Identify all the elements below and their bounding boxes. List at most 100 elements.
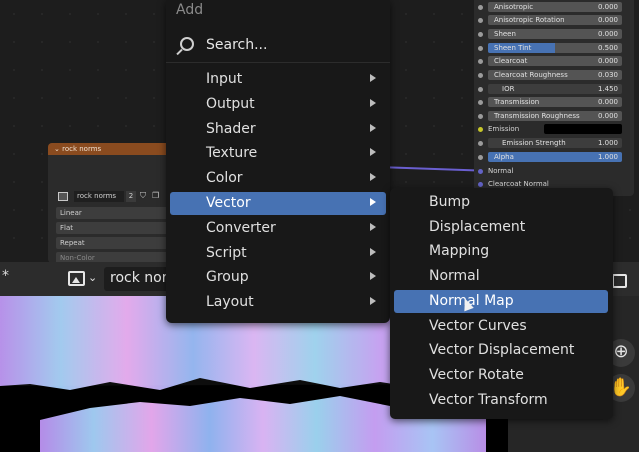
submenu-arrow-icon bbox=[370, 272, 376, 281]
socket-icon[interactable] bbox=[478, 155, 483, 160]
socket-icon[interactable] bbox=[478, 141, 483, 146]
menu-item-script[interactable]: Script bbox=[170, 242, 386, 265]
input-emission[interactable]: Emission bbox=[474, 124, 634, 135]
collapse-chevron-icon[interactable]: ⌄ bbox=[54, 145, 60, 153]
image-browse-button[interactable]: ⌄ bbox=[66, 269, 100, 291]
socket-icon[interactable] bbox=[478, 114, 483, 119]
value-slider[interactable]: Sheen 0.000 bbox=[488, 29, 622, 39]
value-slider[interactable]: Emission Strength 1.000 bbox=[488, 138, 622, 148]
socket-icon[interactable] bbox=[478, 100, 483, 105]
menu-search[interactable]: Search... bbox=[170, 33, 386, 59]
value-slider[interactable]: Transmission Roughness 0.000 bbox=[488, 111, 622, 121]
input-sheen[interactable]: Sheen 0.000 bbox=[474, 29, 634, 40]
input-anisotropic-rotation[interactable]: Anisotropic Rotation 0.000 bbox=[474, 15, 634, 26]
submenu-item-normal[interactable]: Normal bbox=[394, 265, 608, 288]
socket-icon[interactable] bbox=[478, 59, 483, 64]
value-slider[interactable]: IOR 1.450 bbox=[488, 84, 622, 94]
principled-bsdf-node[interactable]: Anisotropic 0.000 Anisotropic Rotation 0.00… bbox=[474, 0, 634, 196]
socket-icon[interactable] bbox=[478, 169, 483, 174]
submenu-item-vector-curves[interactable]: Vector Curves bbox=[394, 315, 608, 338]
value-slider[interactable]: Alpha 1.000 bbox=[488, 152, 622, 162]
fake-user-shield-icon[interactable]: ⛉ bbox=[140, 191, 146, 201]
submenu-arrow-icon bbox=[370, 74, 376, 82]
texture-image-selector[interactable]: rock norms 2 ⛉ ❐ bbox=[56, 191, 173, 202]
menu-item-group[interactable]: Group bbox=[170, 266, 386, 289]
menu-item-converter[interactable]: Converter bbox=[170, 217, 386, 240]
node-link bbox=[384, 166, 486, 176]
input-transmission-roughness[interactable]: Transmission Roughness 0.000 bbox=[474, 111, 634, 122]
image-icon bbox=[612, 274, 627, 288]
chevron-down-icon: ⌄ bbox=[88, 271, 98, 284]
input-value: 1.450 bbox=[597, 85, 618, 93]
socket-icon[interactable] bbox=[478, 5, 483, 10]
menu-item-color[interactable]: Color bbox=[170, 167, 386, 190]
input-clearcoat-roughness[interactable]: Clearcoat Roughness 0.030 bbox=[474, 70, 634, 81]
input-clearcoat[interactable]: Clearcoat 0.000 bbox=[474, 56, 634, 67]
vector-submenu: Bump Displacement Mapping Normal Normal Map V… bbox=[390, 188, 613, 419]
socket-icon[interactable] bbox=[478, 73, 483, 78]
image-icon[interactable] bbox=[58, 192, 68, 201]
socket-icon[interactable] bbox=[478, 87, 483, 92]
submenu-arrow-icon bbox=[370, 222, 376, 231]
value-slider[interactable]: Anisotropic 0.000 bbox=[488, 2, 622, 12]
texture-node-header[interactable]: ⌄ rock norms bbox=[48, 143, 173, 155]
input-value: 0.000 bbox=[597, 3, 618, 11]
submenu-arrow-icon bbox=[370, 173, 376, 182]
input-anisotropic[interactable]: Anisotropic 0.000 bbox=[474, 2, 634, 13]
submenu-item-normal-map[interactable]: Normal Map bbox=[394, 289, 608, 313]
input-label: Anisotropic bbox=[494, 3, 534, 11]
submenu-item-label: Bump bbox=[429, 194, 471, 210]
submenu-arrow-icon bbox=[370, 198, 376, 206]
submenu-item-label: Vector Rotate bbox=[429, 366, 524, 383]
menu-item-label: Layout bbox=[206, 294, 254, 311]
texture-image-name[interactable]: rock norms bbox=[74, 191, 124, 202]
input-value: 0.030 bbox=[597, 71, 618, 79]
user-count[interactable]: 2 bbox=[126, 191, 136, 202]
menu-item-input[interactable]: Input bbox=[170, 68, 386, 91]
socket-icon[interactable] bbox=[478, 18, 483, 23]
input-normal[interactable]: Normal bbox=[474, 166, 634, 177]
submenu-item-displacement[interactable]: Displacement bbox=[394, 216, 608, 239]
input-transmission[interactable]: Transmission 0.000 bbox=[474, 97, 634, 108]
search-icon bbox=[180, 37, 194, 51]
extension-select[interactable]: Repeat bbox=[56, 237, 172, 249]
value-slider[interactable]: Transmission 0.000 bbox=[488, 97, 622, 107]
menu-item-vector[interactable]: Vector bbox=[170, 192, 386, 215]
input-alpha[interactable]: Alpha 1.000 bbox=[474, 152, 634, 163]
submenu-item-mapping[interactable]: Mapping bbox=[394, 240, 608, 263]
menu-item-label: Vector bbox=[206, 195, 251, 211]
menu-item-output[interactable]: Output bbox=[170, 93, 386, 116]
submenu-item-vector-transform[interactable]: Vector Transform bbox=[394, 389, 608, 412]
value-slider[interactable]: Clearcoat Roughness 0.030 bbox=[488, 70, 622, 80]
submenu-item-vector-rotate[interactable]: Vector Rotate bbox=[394, 364, 608, 387]
image-texture-node[interactable]: ⌄ rock norms rock norms 2 ⛉ ❐ Linear Fla… bbox=[48, 143, 173, 263]
input-ior[interactable]: IOR 1.450 bbox=[474, 84, 634, 95]
input-label: Normal bbox=[488, 167, 514, 175]
emission-color-swatch[interactable] bbox=[544, 124, 622, 134]
input-label: Clearcoat bbox=[494, 57, 528, 65]
socket-icon[interactable] bbox=[478, 46, 483, 51]
socket-icon[interactable] bbox=[478, 32, 483, 37]
projection-select[interactable]: Flat bbox=[56, 222, 172, 234]
input-value: 1.000 bbox=[597, 153, 618, 161]
input-label: Emission Strength bbox=[502, 139, 566, 147]
input-value: 0.000 bbox=[597, 98, 618, 106]
menu-item-label: Group bbox=[206, 269, 249, 286]
submenu-item-vector-displacement[interactable]: Vector Displacement bbox=[394, 339, 608, 362]
socket-icon[interactable] bbox=[478, 127, 483, 132]
value-slider[interactable]: Clearcoat 0.000 bbox=[488, 56, 622, 66]
submenu-item-label: Displacement bbox=[429, 218, 526, 235]
image-name-field[interactable]: rock norm bbox=[104, 267, 172, 291]
submenu-item-bump[interactable]: Bump bbox=[394, 191, 608, 214]
input-sheen-tint[interactable]: Sheen Tint 0.500 bbox=[474, 43, 634, 54]
texture-node-title: rock norms bbox=[62, 145, 102, 153]
menu-item-layout[interactable]: Layout bbox=[170, 291, 386, 314]
interpolation-select[interactable]: Linear bbox=[56, 207, 172, 219]
duplicate-icon[interactable]: ❐ bbox=[152, 191, 159, 200]
input-emission-strength[interactable]: Emission Strength 1.000 bbox=[474, 138, 634, 149]
value-slider[interactable]: Sheen Tint 0.500 bbox=[488, 43, 622, 53]
menu-item-shader[interactable]: Shader bbox=[170, 118, 386, 141]
menu-item-texture[interactable]: Texture bbox=[170, 142, 386, 165]
socket-icon[interactable] bbox=[478, 182, 483, 187]
value-slider[interactable]: Anisotropic Rotation 0.000 bbox=[488, 15, 622, 25]
